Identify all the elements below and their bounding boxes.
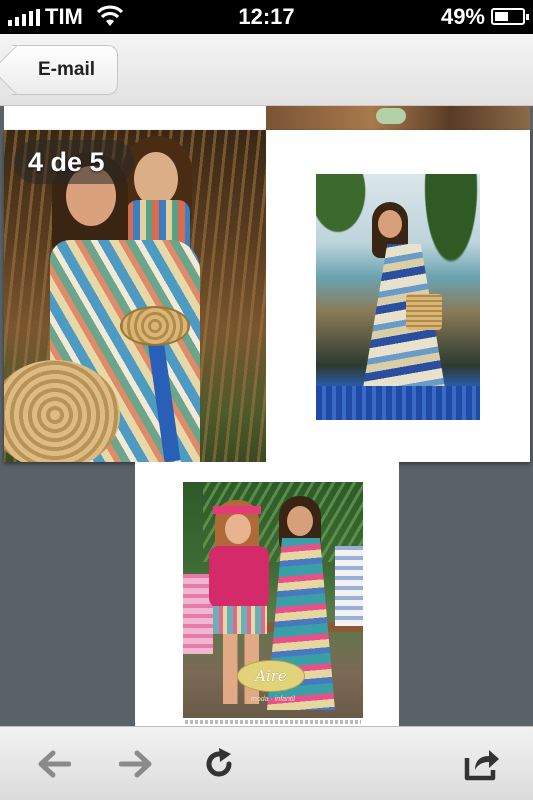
forward-arrow-icon [119,750,152,778]
status-bar: TIM 12:17 49% [0,0,533,34]
catalog-photo-girls-with-clothes: Aire moda · infantil [183,482,363,718]
brand-logo: Aire [237,660,305,692]
battery-percent: 49% [440,4,485,29]
previous-page-photo [266,106,530,130]
back-to-email-button[interactable]: E-mail [12,45,118,95]
straw-basket [120,306,190,346]
page-caption-line [185,720,361,724]
brand-tagline: moda · infantil [251,696,295,703]
back-button-label: E-mail [38,59,96,80]
forward-arrow-button[interactable] [114,741,160,787]
page-spread[interactable]: 4 de 5 [4,130,530,462]
share-icon [464,750,499,781]
share-button[interactable] [458,741,504,787]
straw-bag [406,294,442,330]
battery-level-fill [495,12,508,21]
navigation-bar: E-mail [0,34,533,106]
reload-icon [206,748,232,777]
pool-tiles [316,386,480,420]
battery-icon [491,8,529,25]
catalog-photo-girl-by-pool [316,174,480,420]
next-page[interactable]: Aire moda · infantil [135,462,399,726]
previous-page-edge [4,106,266,130]
reload-button[interactable] [196,741,242,787]
pdf-viewer[interactable]: 4 de 5 Aire moda · infantil [0,106,533,726]
page-indicator: 4 de 5 [14,140,134,184]
bottom-toolbar [0,726,533,800]
back-arrow-icon [38,750,71,778]
back-arrow-button[interactable] [30,741,76,787]
